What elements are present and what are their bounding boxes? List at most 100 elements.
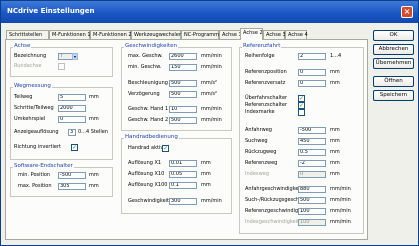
teilweg-field[interactable]: 5 [58,94,86,101]
aufloesung-x100-field[interactable]: 0.1 [169,182,197,189]
umkehrspiel-unit: mm [89,116,99,122]
reihenfolge-field[interactable]: 2 [298,53,326,60]
tab-m-funktionen-1[interactable]: M-Funktionen 1 [49,30,91,39]
referenzposition-label: Referenzposition [245,69,287,75]
tab-m-funktionen-2[interactable]: M-Funktionen 2 [90,30,132,39]
group-geschwindigkeiten-title: Geschwindigkeiten [124,43,178,50]
beschleunigung-label: Beschleunigung [128,80,168,86]
handrad-geschwindigkeit-label: Geschwindigkeit [128,198,170,204]
schritte-field[interactable]: 2000 [58,105,86,112]
chevron-down-icon[interactable]: ▾ [72,53,78,60]
anfahrweg-unit: mm [330,127,340,133]
tab-achse-1[interactable]: Achse 1 [219,30,242,39]
save-button[interactable]: Speichern [373,90,414,101]
bezeichnung-label: Bezeichnung [14,53,47,59]
referenzschalter-checkbox[interactable]: ✓ [298,102,305,109]
handrad-aktiv-label: Handrad aktiv [128,145,164,151]
ueberfahrschalter-checkbox[interactable]: ✓ [298,95,305,102]
anzeige-label: Anzeigeauflösung [14,129,59,135]
indexweg-label: Indexweg [245,171,270,177]
min-position-field[interactable]: -500 [58,172,86,179]
aufloesung-x1-field[interactable]: 0.01 [169,160,197,167]
apply-button[interactable]: Übernehmen [373,58,414,69]
tab-nc-programm[interactable]: NC-Programm [181,30,219,39]
beschleunigung-unit: mm/s² [201,80,218,86]
ok-button[interactable]: OK [373,30,414,41]
anfahrgeschwindigkeit-unit: mm/min [330,186,351,192]
suchweg-field[interactable]: 450 [298,138,326,145]
geschw-hand-2-label: Geschw. Hand 2 [128,117,169,123]
group-referenzfahrt-title: Referenzfahrt [242,43,282,50]
aufloesung-x10-field[interactable]: 0.05 [169,171,197,178]
indexgeschwindigkeit-unit: mm/min [330,219,351,225]
handrad-geschwindigkeit-field[interactable]: 300 [169,198,197,205]
window-title: NCdrive Einstellungen [7,7,95,15]
verzoegerung-field[interactable]: 500 [169,91,197,98]
aufloesung-x10-label: Auflösung X10 [128,171,165,177]
rundachse-label: Rundachse [14,63,42,69]
geschw-hand-2-field[interactable]: 500 [169,117,197,124]
rundachse-checkbox[interactable] [58,63,65,70]
anfahrgeschwindigkeit-field[interactable]: 880 [298,186,326,193]
aufloesung-x1-label: Auflösung X1 [128,160,162,166]
indexgeschwindigkeit-field[interactable]: 100 [298,219,326,226]
referenzweg-unit: mm [330,160,340,166]
beschleunigung-field[interactable]: 500 [169,80,197,87]
reihenfolge-unit: 1...4 [330,53,342,59]
rueckzugweg-field[interactable]: 0.5 [298,149,326,156]
anzeige-field[interactable]: 3 [68,129,76,136]
aufloesung-x100-label: Auflösung X100 [128,182,168,188]
referenzversatz-unit: mm [330,80,340,86]
cancel-button[interactable]: Abbrechen [373,44,414,55]
referenzposition-field[interactable]: 0 [298,69,326,76]
close-button[interactable]: × [401,6,413,18]
suchweg-label: Suchweg [245,138,268,144]
min-position-unit: mm [89,172,99,178]
tab-achse-4[interactable]: Achse 4 [285,30,308,39]
min-geschw-label: min. Geschw. [128,64,162,70]
min-geschw-field[interactable]: 150 [169,64,197,71]
max-position-unit: mm [89,183,99,189]
indexweg-field[interactable]: 0 [298,171,326,178]
tab-achse-3[interactable]: Achse 3 [263,30,286,39]
anfahrweg-field[interactable]: -500 [298,127,326,134]
max-geschw-label: max. Geschw. [128,53,163,59]
tab-werkzeugwechsler[interactable]: Werkzeugwechsler [131,30,181,39]
suchweg-unit: mm [330,138,340,144]
tab-panel-achse-2: Achse Bezeichnung Y ▾ Rundachse Wegmessu… [5,39,368,240]
schritte-label: Schritte/Teilweg [14,105,54,111]
suchgeschwindigkeit-field[interactable]: 500 [298,197,326,204]
indexweg-unit: mm [330,171,340,177]
tab-achse-2[interactable]: Achse 2 [240,28,263,40]
min-geschw-unit: mm/min [201,64,222,70]
suchgeschwindigkeit-label: Such-/Rückzugsgeschw. [245,197,305,203]
referenzschalter-label: Referenzschalter [245,102,288,108]
umkehrspiel-label: Umkehrspiel [14,116,46,122]
referenzweg-label: Referenzweg [245,160,278,166]
referenzversatz-label: Referenzversatz [245,80,286,86]
rueckzugweg-unit: mm [330,149,340,155]
richtung-checkbox[interactable]: ✓ [71,144,78,151]
umkehrspiel-field[interactable]: 0 [58,116,86,123]
indexgeschwindigkeit-label: Indexgeschwindigkeit [245,219,300,225]
indexmarke-checkbox[interactable] [298,109,305,116]
handrad-aktiv-checkbox[interactable]: ✓ [162,145,169,152]
referenzversatz-field[interactable]: 0 [298,80,326,87]
referenzweg-field[interactable]: -2 [298,160,326,167]
max-geschw-field[interactable]: 2600 [169,53,197,60]
reihenfolge-label: Reihenfolge [245,53,275,59]
geschw-hand-1-unit: mm/min [201,106,222,112]
open-button[interactable]: Öffnen [373,76,414,87]
max-position-field[interactable]: 305 [58,183,86,190]
ueberfahrschalter-label: Überfahrschalter [245,95,288,101]
anfahrweg-label: Anfahrweg [245,127,272,133]
group-wegmessung-title: Wegmessung [13,83,52,90]
geschw-hand-1-field[interactable]: 10 [169,106,197,113]
verzoegerung-label: Verzögerung [128,91,160,97]
rueckzugweg-label: Rückzugweg [245,149,277,155]
aufloesung-x1-unit: mm [201,160,211,166]
richtung-label: Richtung invertiert [14,144,61,150]
title-bar[interactable]: NCdrive Einstellungen × [1,1,418,23]
referenzgeschwindigkeit-field[interactable]: 100 [298,208,326,215]
tab-schrittstellen[interactable]: Schrittstellen [6,30,49,39]
